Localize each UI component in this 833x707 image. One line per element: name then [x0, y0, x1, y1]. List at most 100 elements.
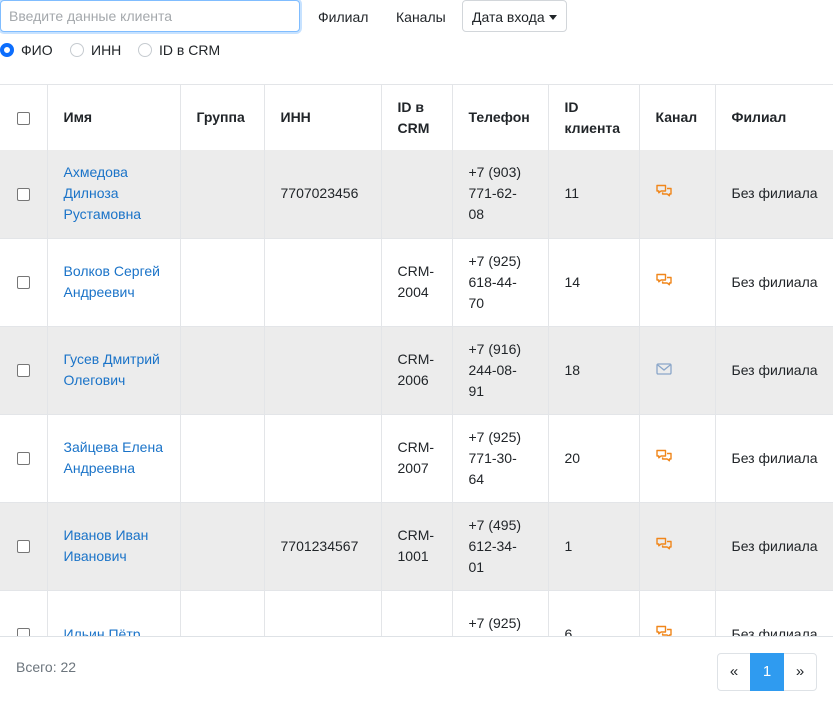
branch-cell: Без филиала: [715, 414, 833, 503]
client-name-link[interactable]: Ахмедова Дилноза Рустамовна: [64, 164, 142, 222]
chat-bubbles-icon: [655, 448, 672, 469]
client-id-cell: 11: [548, 150, 640, 239]
search-mode-radios: ФИО ИНН ID в CRM: [0, 40, 833, 60]
table-row[interactable]: Ахмедова Дилноза Рустамовна 7707023456 +7 …: [0, 150, 833, 239]
caret-down-icon: [548, 15, 557, 20]
client-name-link[interactable]: Гусев Дмитрий Олегович: [64, 351, 160, 388]
column-header-client-id[interactable]: ID клиента: [548, 85, 640, 150]
table-row[interactable]: Волков Сергей Андреевич CRM-2004 +7 (925) …: [0, 238, 833, 327]
pagination-page-button[interactable]: 1: [750, 653, 784, 691]
row-select-cell: [0, 326, 48, 415]
branch-filter-button[interactable]: Филиал: [308, 0, 378, 32]
envelope-icon: [655, 360, 672, 381]
client-search-input[interactable]: [0, 0, 300, 32]
crm-id-cell: [381, 590, 453, 636]
client-name-link[interactable]: Иванов Иван Иванович: [64, 527, 149, 564]
client-id-cell: 20: [548, 414, 640, 503]
name-cell: Зайцева Елена Андреевна: [47, 414, 181, 503]
channels-filter-button[interactable]: Каналы: [386, 0, 456, 32]
name-cell: Гусев Дмитрий Олегович: [47, 326, 181, 415]
inn-cell: [264, 590, 382, 636]
name-cell: Ильин Пётр: [47, 590, 181, 637]
client-id-cell: 18: [548, 326, 640, 415]
client-id-cell: 1: [548, 502, 640, 591]
name-cell: Иванов Иван Иванович: [47, 502, 181, 591]
row-checkbox[interactable]: [16, 276, 30, 290]
pagination-prev-button[interactable]: «: [717, 653, 751, 691]
branch-cell: Без филиала: [715, 238, 833, 327]
clients-table: Имя Группа ИНН ID в CRM Телефон ID клиен…: [0, 85, 833, 636]
client-id-cell: 14: [548, 238, 640, 327]
radio-unselected-icon: [138, 43, 152, 57]
crm-id-cell: CRM-1001: [381, 502, 453, 591]
row-checkbox[interactable]: [16, 188, 30, 202]
table-footer: Всего: 22 « 1 »: [0, 636, 833, 707]
chat-bubbles-icon: [655, 183, 672, 204]
channel-cell: [639, 326, 716, 415]
table-row[interactable]: Гусев Дмитрий Олегович CRM-2006 +7 (916) 2…: [0, 326, 833, 415]
channel-cell: [639, 414, 716, 503]
client-name-link[interactable]: Ильин Пётр: [64, 626, 141, 637]
group-cell: [180, 502, 265, 591]
column-header-inn[interactable]: ИНН: [264, 85, 382, 150]
name-cell: Ахмедова Дилноза Рустамовна: [47, 150, 181, 239]
crm-id-cell: CRM-2006: [381, 326, 453, 415]
row-checkbox[interactable]: [16, 364, 30, 378]
clients-table-wrapper[interactable]: Имя Группа ИНН ID в CRM Телефон ID клиен…: [0, 84, 833, 636]
table-header-row: Имя Группа ИНН ID в CRM Телефон ID клиен…: [0, 85, 833, 150]
column-header-name[interactable]: Имя: [47, 85, 181, 150]
row-checkbox[interactable]: [16, 540, 30, 554]
table-row[interactable]: Зайцева Елена Андреевна CRM-2007 +7 (925) …: [0, 414, 833, 503]
channel-cell: [639, 590, 716, 636]
radio-unselected-icon: [70, 43, 84, 57]
column-header-group[interactable]: Группа: [180, 85, 265, 150]
crm-id-cell: [381, 150, 453, 239]
channel-cell: [639, 238, 716, 327]
radio-label: ID в CRM: [159, 42, 221, 58]
phone-cell: +7 (925) 123-95-: [452, 590, 549, 636]
column-header-phone[interactable]: Телефон: [452, 85, 549, 150]
channel-cell: [639, 502, 716, 591]
inn-cell: [264, 326, 382, 415]
chat-bubbles-icon: [655, 536, 672, 557]
group-cell: [180, 414, 265, 503]
group-cell: [180, 590, 265, 636]
branch-cell: Без филиала: [715, 590, 833, 636]
branch-cell: Без филиала: [715, 502, 833, 591]
radio-label: ФИО: [21, 42, 53, 58]
table-row[interactable]: Иванов Иван Иванович 7701234567 CRM-1001 +7…: [0, 502, 833, 591]
phone-cell: +7 (925) 618-44-70: [452, 238, 549, 327]
branch-cell: Без филиала: [715, 150, 833, 239]
radio-fio[interactable]: ФИО: [0, 40, 53, 60]
select-all-checkbox[interactable]: [16, 111, 30, 125]
row-select-cell: [0, 150, 48, 239]
name-cell: Волков Сергей Андреевич: [47, 238, 181, 327]
client-name-link[interactable]: Зайцева Елена Андреевна: [64, 439, 163, 476]
column-header-channel[interactable]: Канал: [639, 85, 716, 150]
client-id-cell: 6: [548, 590, 640, 636]
row-select-cell: [0, 414, 48, 503]
row-select-cell: [0, 238, 48, 327]
pagination-next-button[interactable]: »: [783, 653, 817, 691]
inn-cell: [264, 414, 382, 503]
crm-id-cell: CRM-2004: [381, 238, 453, 327]
row-select-cell: [0, 590, 48, 636]
row-checkbox[interactable]: [16, 628, 30, 636]
radio-crm-id[interactable]: ID в CRM: [138, 40, 220, 60]
date-filter-label: Дата входа: [472, 9, 545, 25]
client-name-link[interactable]: Волков Сергей Андреевич: [64, 263, 160, 300]
radio-inn[interactable]: ИНН: [70, 40, 121, 60]
inn-cell: 7701234567: [264, 502, 382, 591]
total-count: Всего: 22: [16, 659, 77, 675]
channel-cell: [639, 150, 716, 239]
column-header-branch[interactable]: Филиал: [715, 85, 833, 150]
column-header-crm-id[interactable]: ID в CRM: [381, 85, 453, 150]
table-row[interactable]: Ильин Пётр +7 (925) 123-95-6 Без филиала: [0, 590, 833, 636]
select-all-cell: [0, 85, 48, 150]
branch-cell: Без филиала: [715, 326, 833, 415]
group-cell: [180, 326, 265, 415]
date-filter-dropdown[interactable]: Дата входа: [462, 0, 567, 32]
row-checkbox[interactable]: [16, 452, 30, 466]
chat-bubbles-icon: [655, 624, 672, 636]
chat-bubbles-icon: [655, 272, 672, 293]
